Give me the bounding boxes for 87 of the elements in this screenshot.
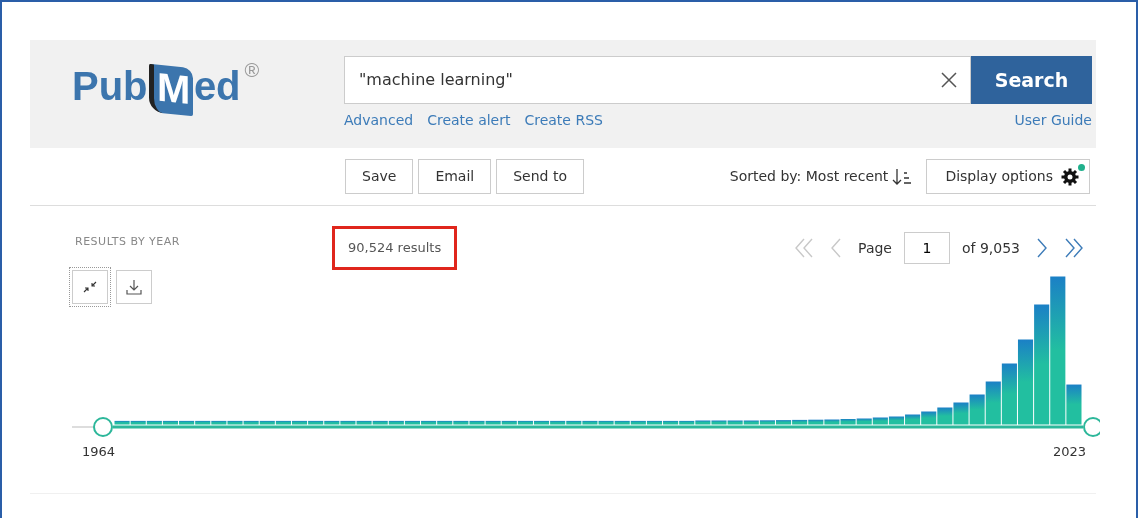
histogram-bar[interactable] [275,420,291,425]
histogram-bar[interactable] [501,420,517,425]
histogram-bar[interactable] [727,420,743,425]
download-button[interactable] [116,270,152,304]
page-label: Page [858,238,892,258]
histogram-bar[interactable] [824,419,840,425]
user-guide-link[interactable]: User Guide [1014,110,1092,131]
last-page-button[interactable] [1064,237,1084,259]
histogram-bar[interactable] [985,381,1001,425]
section-title: RESULTS BY YEAR [75,234,180,250]
year-label: 2023 [1053,443,1087,461]
histogram-bar[interactable] [146,420,162,425]
histogram-bar[interactable] [840,419,856,425]
histogram-bar[interactable] [1034,304,1050,425]
histogram-bar[interactable] [211,420,227,425]
histogram-bar[interactable] [533,420,550,425]
histogram-bar[interactable] [404,420,421,425]
histogram-bar[interactable] [921,411,937,425]
histogram-bar[interactable] [372,420,388,425]
histogram-bar[interactable] [856,418,872,425]
histogram-bar[interactable] [421,420,437,425]
results-count: 90,524 results [332,226,458,270]
histogram-bar[interactable] [195,420,211,425]
histogram-bar[interactable] [905,414,921,425]
histogram-bar[interactable] [1017,339,1034,425]
action-button[interactable]: Email [418,159,492,194]
histogram-bar[interactable] [388,420,404,425]
histogram-bar[interactable] [162,420,179,425]
slider-handle[interactable] [93,417,113,437]
action-button[interactable]: Send to [496,159,584,194]
histogram-bar[interactable] [1050,276,1066,425]
page-field[interactable]: 1 [903,232,950,264]
histogram-bar[interactable] [453,420,469,425]
display-options-button[interactable]: Display options [926,159,1090,194]
histogram-bar[interactable] [340,420,356,425]
histogram-bar[interactable] [808,419,824,425]
histogram-bar[interactable] [614,420,630,425]
search-option-link[interactable]: Create alert [427,110,511,131]
histogram-bar[interactable] [775,420,792,425]
histogram-bar[interactable] [759,420,775,425]
histogram-bar[interactable] [324,420,340,425]
histogram-bar[interactable] [517,420,533,425]
histogram-bar[interactable] [550,420,566,425]
histogram-bar[interactable] [179,420,195,425]
page-count: of 9,053 [961,238,1020,258]
search-option-link[interactable]: Create RSS [524,110,603,131]
download-icon [125,278,143,296]
histogram-bar[interactable] [663,420,679,425]
sort-label[interactable]: Sorted by: Most recent [729,166,889,187]
histogram-bar[interactable] [308,420,324,425]
gear-icon [1061,167,1079,186]
histogram-bar[interactable] [888,416,905,425]
sort-icon[interactable] [892,166,913,187]
histogram-bar[interactable] [679,420,695,425]
histogram-bar[interactable] [130,420,146,425]
histogram-bar[interactable] [598,420,614,425]
histogram-bar[interactable] [1066,384,1082,425]
histogram-bar[interactable] [243,420,259,425]
search-option-link[interactable]: Advanced [344,110,414,131]
histogram-bar[interactable] [792,419,808,425]
histogram-bar[interactable] [630,420,646,425]
histogram-bar[interactable] [953,402,969,425]
action-button[interactable]: Save [345,159,414,194]
histogram-bar[interactable] [711,420,727,425]
histogram-bar[interactable] [469,420,485,425]
collapse-icon [82,280,98,294]
histogram-bar[interactable] [969,394,985,425]
search-button[interactable]: Search [971,56,1092,104]
histogram-bar[interactable] [646,420,663,425]
histogram-bar[interactable] [695,420,711,425]
histogram-bar[interactable] [227,420,243,425]
histogram-bar[interactable] [743,420,759,425]
histogram-bar[interactable] [937,407,953,425]
histogram-bar[interactable] [114,420,130,425]
histogram-bar[interactable] [437,420,453,425]
histogram-bar[interactable] [566,420,582,425]
histogram-bar[interactable] [1001,363,1017,425]
histogram-bar[interactable] [291,420,308,425]
year-label: 1964 [82,443,116,461]
histogram-bar[interactable] [872,417,888,425]
slider-handle[interactable] [1083,417,1100,437]
collapse-button[interactable] [72,270,108,304]
histogram-bar[interactable] [582,420,598,425]
histogram-bar[interactable] [485,420,501,425]
histogram-bar[interactable] [259,420,275,425]
histogram-bar[interactable] [356,420,372,425]
pubmed-logo[interactable]: Pub M ed® [30,56,344,114]
